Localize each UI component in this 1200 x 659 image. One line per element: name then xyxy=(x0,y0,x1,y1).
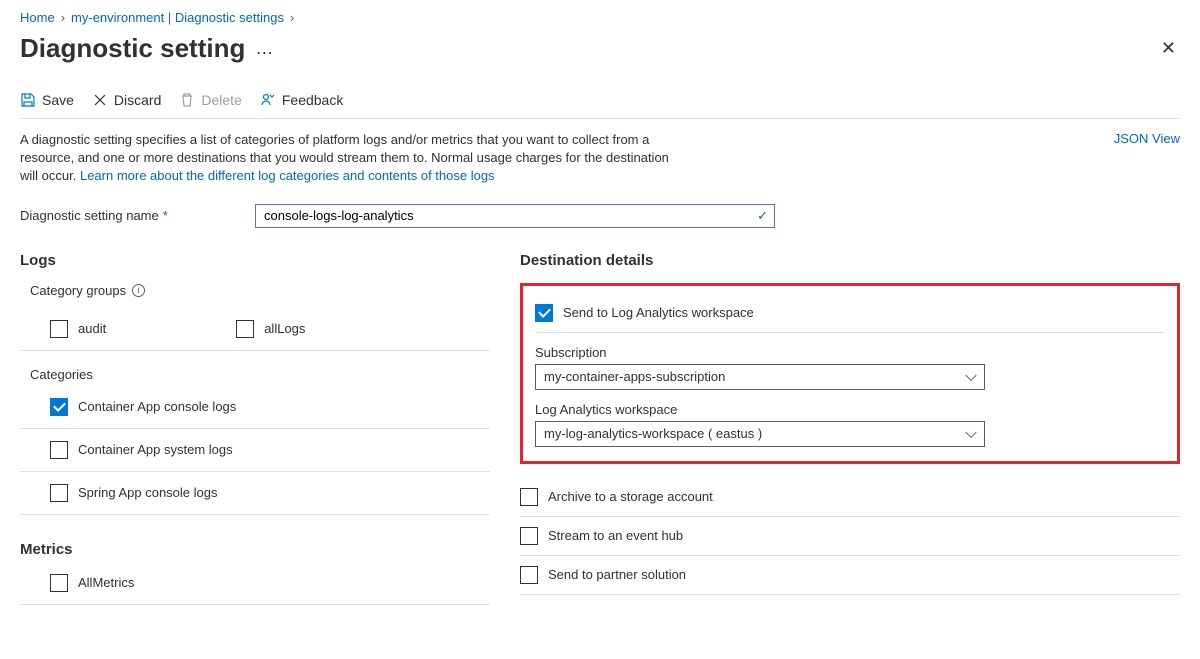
checkbox-partner-solution[interactable] xyxy=(520,566,538,584)
row-spring-logs: Spring App console logs xyxy=(20,472,490,515)
workspace-label: Log Analytics workspace xyxy=(535,402,1165,417)
discard-label: Discard xyxy=(114,92,161,108)
label-stream-eventhub[interactable]: Stream to an event hub xyxy=(548,528,683,543)
logs-title: Logs xyxy=(20,252,490,269)
delete-button: Delete xyxy=(179,92,241,108)
breadcrumb-home[interactable]: Home xyxy=(20,10,55,25)
label-alllogs[interactable]: allLogs xyxy=(264,321,305,336)
label-container-system-logs[interactable]: Container App system logs xyxy=(78,442,233,457)
close-button[interactable]: ✕ xyxy=(1157,34,1180,63)
checkbox-container-console-logs[interactable] xyxy=(50,398,68,416)
page-title: Diagnostic setting xyxy=(20,33,245,64)
chevron-right-icon: › xyxy=(290,10,294,25)
more-options-button[interactable]: … xyxy=(255,38,274,59)
breadcrumb-env[interactable]: my-environment | Diagnostic settings xyxy=(71,10,284,25)
category-groups-label: Category groups i xyxy=(30,283,490,298)
row-partner-solution: Send to partner solution xyxy=(520,556,1180,595)
row-allmetrics: AllMetrics xyxy=(20,562,490,605)
categories-label: Categories xyxy=(30,367,490,382)
label-send-log-analytics[interactable]: Send to Log Analytics workspace xyxy=(563,305,754,320)
logs-column: Logs Category groups i audit allLogs Cat… xyxy=(20,252,490,605)
row-archive-storage: Archive to a storage account xyxy=(520,478,1180,517)
destination-title: Destination details xyxy=(520,252,1180,269)
feedback-label: Feedback xyxy=(282,92,343,108)
save-label: Save xyxy=(42,92,74,108)
highlighted-destination-log-analytics: Send to Log Analytics workspace Subscrip… xyxy=(520,283,1180,464)
delete-icon xyxy=(179,92,195,108)
metrics-title: Metrics xyxy=(20,541,490,558)
label-allmetrics[interactable]: AllMetrics xyxy=(78,575,134,590)
discard-button[interactable]: Discard xyxy=(92,92,161,108)
breadcrumb: Home › my-environment | Diagnostic setti… xyxy=(20,10,1180,25)
subscription-value: my-container-apps-subscription xyxy=(544,369,725,384)
toolbar: Save Discard Delete Feedback xyxy=(20,92,1180,119)
subscription-label: Subscription xyxy=(535,345,1165,360)
label-audit[interactable]: audit xyxy=(78,321,106,336)
checkbox-stream-eventhub[interactable] xyxy=(520,527,538,545)
save-icon xyxy=(20,92,36,108)
subscription-select[interactable]: my-container-apps-subscription xyxy=(535,364,985,390)
chevron-right-icon: › xyxy=(61,10,65,25)
delete-label: Delete xyxy=(201,92,241,108)
setting-name-label: Diagnostic setting name* xyxy=(20,208,235,223)
checkbox-container-system-logs[interactable] xyxy=(50,441,68,459)
feedback-button[interactable]: Feedback xyxy=(260,92,343,108)
checkbox-allmetrics[interactable] xyxy=(50,574,68,592)
label-partner-solution[interactable]: Send to partner solution xyxy=(548,567,686,582)
label-container-console-logs[interactable]: Container App console logs xyxy=(78,399,236,414)
label-spring-console-logs[interactable]: Spring App console logs xyxy=(78,485,217,500)
required-star: * xyxy=(163,208,168,223)
destination-column: Destination details Send to Log Analytic… xyxy=(520,252,1180,605)
setting-name-input[interactable] xyxy=(255,204,775,228)
row-system-logs: Container App system logs xyxy=(20,429,490,472)
row-console-logs: Container App console logs xyxy=(20,386,490,429)
workspace-value: my-log-analytics-workspace ( eastus ) xyxy=(544,426,762,441)
checkbox-alllogs[interactable] xyxy=(236,320,254,338)
check-valid-icon: ✓ xyxy=(757,208,768,224)
checkbox-spring-console-logs[interactable] xyxy=(50,484,68,502)
feedback-icon xyxy=(260,92,276,108)
checkbox-send-log-analytics[interactable] xyxy=(535,304,553,322)
info-icon[interactable]: i xyxy=(132,284,145,297)
category-groups-row: audit allLogs xyxy=(20,308,490,351)
row-send-log-analytics: Send to Log Analytics workspace xyxy=(535,294,1165,333)
setting-name-row: Diagnostic setting name* ✓ xyxy=(20,204,1180,228)
discard-icon xyxy=(92,92,108,108)
title-row: Diagnostic setting … ✕ xyxy=(20,33,1180,64)
description-row: A diagnostic setting specifies a list of… xyxy=(20,131,1180,186)
learn-more-link[interactable]: Learn more about the different log categ… xyxy=(80,168,495,183)
checkbox-archive-storage[interactable] xyxy=(520,488,538,506)
workspace-select[interactable]: my-log-analytics-workspace ( eastus ) xyxy=(535,421,985,447)
row-stream-eventhub: Stream to an event hub xyxy=(520,517,1180,556)
json-view-link[interactable]: JSON View xyxy=(1114,131,1180,146)
description-text: A diagnostic setting specifies a list of… xyxy=(20,131,680,186)
checkbox-audit[interactable] xyxy=(50,320,68,338)
save-button[interactable]: Save xyxy=(20,92,74,108)
label-archive-storage[interactable]: Archive to a storage account xyxy=(548,489,713,504)
